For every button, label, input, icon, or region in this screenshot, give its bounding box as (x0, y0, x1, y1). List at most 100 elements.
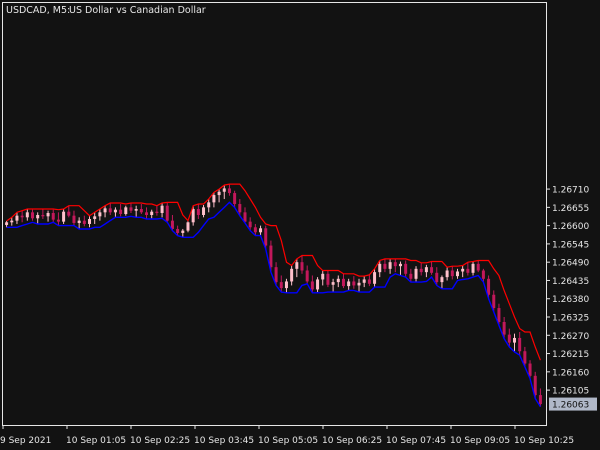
candle-body (134, 209, 138, 211)
candle-body (25, 212, 29, 218)
candle-body (523, 351, 527, 364)
candle-body (15, 215, 19, 221)
candle-body (466, 268, 470, 273)
candle-body (367, 279, 371, 284)
candle-body (108, 208, 112, 213)
candle-body (139, 209, 143, 213)
candle-body (150, 211, 154, 215)
candle-body (336, 278, 340, 283)
candle-body (212, 195, 216, 203)
candle-body (186, 222, 190, 231)
candle-body (424, 267, 428, 273)
candle-body (227, 188, 231, 194)
candle-body (67, 211, 71, 216)
candle-body (409, 273, 413, 279)
candle-body (461, 268, 465, 272)
candle-body (31, 212, 35, 219)
candle-body (378, 263, 382, 273)
candle-body (238, 204, 242, 213)
x-tick-label: 10 Sep 07:45 (386, 436, 446, 446)
candle-body (233, 193, 237, 205)
y-tick-label: 1.26160 (552, 368, 589, 378)
candle-body (404, 263, 408, 274)
current-price-label: 1.26063 (549, 397, 597, 411)
candle-body (217, 191, 221, 196)
candle-body (430, 267, 434, 273)
y-tick-label: 1.26435 (552, 277, 589, 287)
candle-body (481, 270, 485, 279)
candle-body (165, 205, 169, 221)
candle-body (222, 188, 226, 192)
candle-body (145, 212, 149, 215)
chart-description: US Dollar vs Canadian Dollar (69, 5, 206, 16)
candle-body (10, 220, 14, 223)
x-tick-label: 10 Sep 05:05 (258, 436, 318, 446)
candle-body (419, 268, 423, 273)
y-tick-label: 1.26380 (552, 295, 589, 305)
candle-body (284, 281, 288, 289)
candle-body (72, 215, 76, 223)
candle-body (352, 281, 356, 286)
x-tick-label: 10 Sep 09:05 (450, 436, 510, 446)
candle-body (51, 213, 55, 220)
candle-body (264, 228, 268, 246)
candle-body (492, 294, 496, 309)
candle-body (290, 268, 294, 282)
candle-body (113, 209, 117, 213)
candle-body (196, 209, 200, 215)
candle-body (507, 334, 511, 343)
candle-body (46, 213, 50, 217)
chart-symbol: USDCAD, M5: (6, 5, 70, 16)
candle-body (388, 262, 392, 269)
current-price-value: 1.26063 (552, 401, 589, 411)
candle-body (295, 262, 299, 269)
candle-body (476, 263, 480, 271)
candle-body (259, 228, 263, 233)
candle-body (398, 263, 402, 267)
candle-body (155, 211, 159, 214)
candle-body (20, 215, 24, 218)
candle-body (129, 207, 133, 211)
candle-body (274, 267, 278, 283)
candle-body (528, 363, 532, 376)
candle-body (383, 263, 387, 269)
candle-body (124, 207, 128, 214)
y-tick-label: 1.26270 (552, 332, 589, 342)
x-tick-label: 9 Sep 2021 (0, 436, 51, 446)
candle-body (119, 209, 123, 214)
candle-body (202, 207, 206, 215)
candle-body (181, 230, 185, 233)
candle-body (176, 228, 180, 233)
x-tick-label: 10 Sep 03:45 (194, 436, 254, 446)
candle-body (248, 221, 252, 228)
y-tick-label: 1.26545 (552, 240, 589, 250)
y-tick-label: 1.26600 (552, 222, 589, 232)
y-tick-label: 1.26215 (552, 350, 589, 360)
candle-body (440, 277, 444, 283)
candle-body (357, 282, 361, 286)
candle-body (341, 278, 345, 287)
candle (186, 220, 190, 233)
candle-body (56, 219, 60, 222)
candle-body (487, 278, 491, 295)
candle-body (362, 279, 366, 283)
candle-body (253, 227, 257, 233)
candle-body (445, 270, 449, 278)
candle-body (279, 282, 283, 289)
y-tick-label: 1.26710 (552, 186, 589, 196)
y-tick-label: 1.26105 (552, 387, 589, 397)
candle-body (321, 273, 325, 280)
y-tick-label: 1.26325 (552, 314, 589, 324)
candle-body (538, 395, 542, 405)
candle-body (414, 268, 418, 279)
price-chart[interactable]: 1.26710 1.26655 1.26600 1.26545 1.26490 1.264… (0, 0, 600, 450)
candle-body (5, 222, 9, 225)
candle-body (41, 214, 45, 217)
candle-body (518, 337, 522, 352)
candle-body (82, 220, 86, 224)
candle-body (207, 202, 211, 208)
candle-body (305, 270, 309, 282)
x-tick-label: 10 Sep 01:05 (66, 436, 126, 446)
x-tick-label: 10 Sep 02:25 (130, 436, 190, 446)
candle-body (310, 281, 314, 290)
